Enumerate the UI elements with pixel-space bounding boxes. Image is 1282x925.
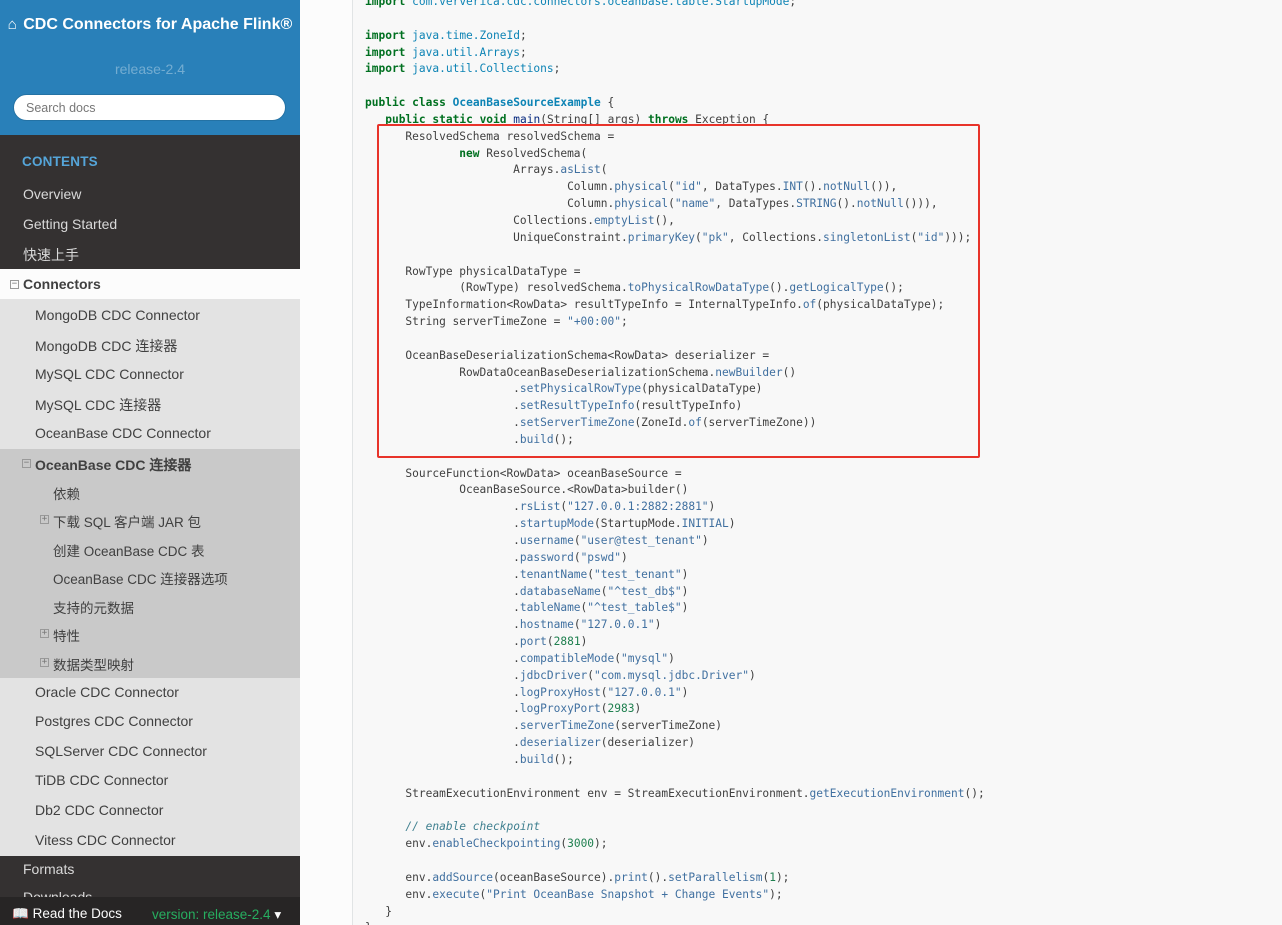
version-label: release-2.4 — [114, 61, 186, 77]
expand-icon[interactable]: + — [40, 658, 49, 667]
book-icon: 📖 — [12, 906, 29, 921]
nav-item-overview[interactable]: Overview — [23, 186, 81, 202]
collapse-icon[interactable]: − — [10, 280, 19, 289]
nav-subitem-metadata[interactable]: 支持的元数据 — [53, 597, 134, 617]
project-home-link[interactable]: ⌂ CDC Connectors for Apache Flink® — [0, 16, 300, 33]
search-input[interactable] — [13, 94, 286, 121]
nav-item-oceanbase-en[interactable]: OceanBase CDC Connector — [35, 425, 211, 441]
code-listing: import com.ververica.cdc.connectors.ocea… — [365, 0, 985, 925]
nav-item-mongodb-cn[interactable]: MongoDB CDC 连接器 — [35, 336, 177, 356]
nav-item-postgres[interactable]: Postgres CDC Connector — [35, 713, 193, 729]
nav-item-oracle[interactable]: Oracle CDC Connector — [35, 684, 179, 700]
nav-item-getting-started[interactable]: Getting Started — [23, 216, 117, 232]
nav-subitem-download-jar[interactable]: 下载 SQL 客户端 JAR 包 — [53, 511, 201, 531]
version-selector[interactable]: version: release-2.4 ▾ — [152, 907, 281, 923]
nav-item-connectors[interactable]: − Connectors — [0, 269, 300, 299]
nav-item-sqlserver[interactable]: SQLServer CDC Connector — [35, 743, 207, 759]
read-the-docs-bar[interactable]: 📖 Read the Docs version: release-2.4 ▾ — [0, 897, 300, 925]
rtd-label-text: Read the Docs — [32, 906, 122, 921]
nav-item-db2[interactable]: Db2 CDC Connector — [35, 802, 163, 818]
nav-item-mongodb-en[interactable]: MongoDB CDC Connector — [35, 307, 200, 323]
read-the-docs-label: 📖 Read the Docs — [12, 906, 122, 922]
nav-item-vitess[interactable]: Vitess CDC Connector — [35, 832, 176, 848]
current-connector-block — [0, 449, 300, 678]
nav-item-oceanbase-cn-current[interactable]: OceanBase CDC 连接器 — [35, 455, 191, 475]
expand-icon[interactable]: + — [40, 515, 49, 524]
nav-item-mysql-cn[interactable]: MySQL CDC 连接器 — [35, 395, 161, 415]
project-title: CDC Connectors for Apache Flink® — [23, 16, 293, 33]
home-icon: ⌂ — [7, 16, 17, 33]
rtd-version-text: version: release-2.4 — [152, 907, 271, 922]
collapse-icon[interactable]: − — [22, 459, 31, 468]
nav-subitem-create-table[interactable]: 创建 OceanBase CDC 表 — [53, 540, 205, 560]
nav-subitem-dependencies[interactable]: 依赖 — [53, 483, 80, 503]
nav-subitem-features[interactable]: 特性 — [53, 625, 80, 645]
caret-down-icon: ▾ — [274, 907, 282, 922]
nav-item-formats[interactable]: Formats — [23, 861, 74, 877]
nav-item-tidb[interactable]: TiDB CDC Connector — [35, 772, 168, 788]
expand-icon[interactable]: + — [40, 629, 49, 638]
sidebar-header: ⌂ CDC Connectors for Apache Flink® relea… — [0, 0, 300, 135]
nav-subitem-type-mapping[interactable]: 数据类型映射 — [53, 654, 134, 674]
nav-item-mysql-en[interactable]: MySQL CDC Connector — [35, 366, 184, 382]
code-block: import com.ververica.cdc.connectors.ocea… — [352, 0, 1282, 925]
sidebar-nav: ⌂ CDC Connectors for Apache Flink® relea… — [0, 0, 300, 925]
nav-item-quickstart-cn[interactable]: 快速上手 — [23, 245, 79, 265]
nav-subitem-connector-options[interactable]: OceanBase CDC 连接器选项 — [53, 568, 228, 588]
nav-item-connectors-label: Connectors — [23, 276, 101, 292]
contents-caption: CONTENTS — [22, 154, 98, 169]
